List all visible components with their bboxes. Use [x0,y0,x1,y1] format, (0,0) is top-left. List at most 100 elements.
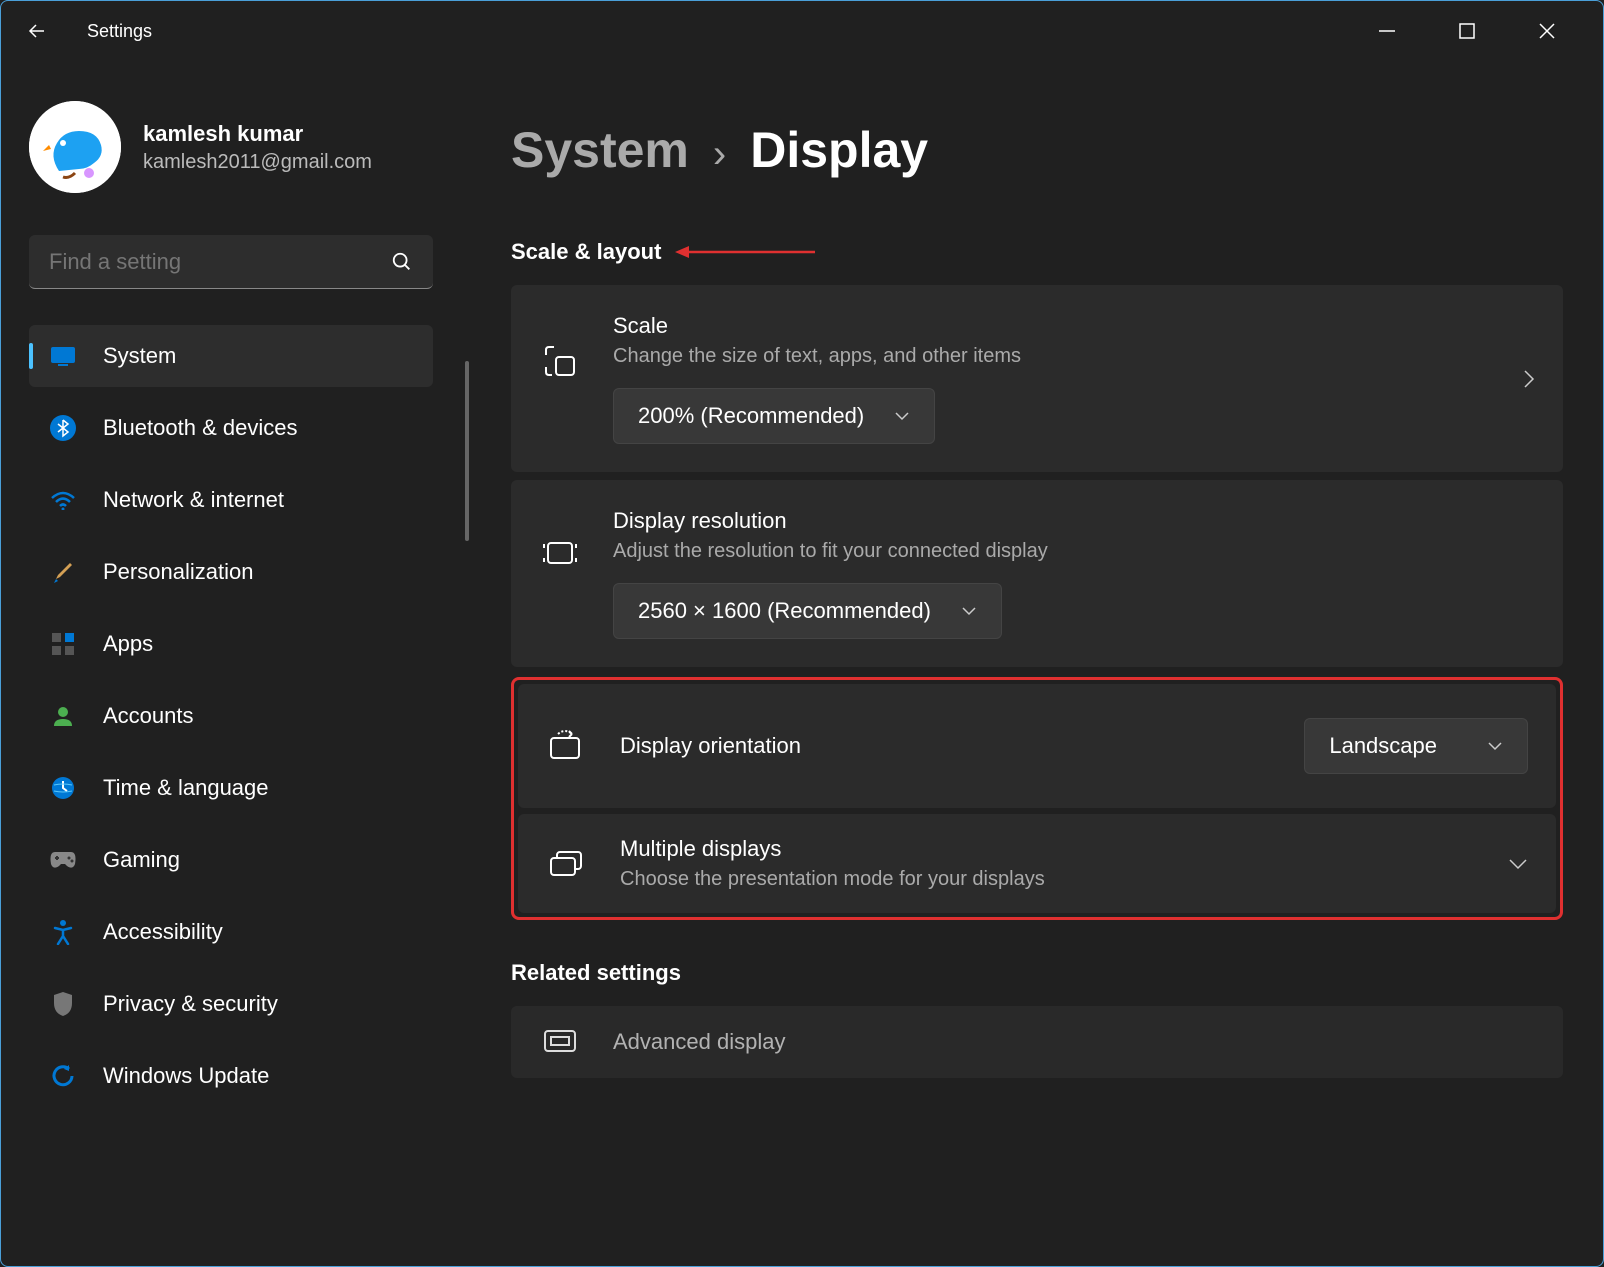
card-resolution[interactable]: Display resolution Adjust the resolution… [511,480,1563,667]
nav-item-personalization[interactable]: Personalization [29,541,433,603]
nav-item-apps[interactable]: Apps [29,613,433,675]
gamepad-icon [49,846,77,874]
accessibility-icon [49,918,77,946]
titlebar: Settings [1,1,1603,61]
content: System › Display Scale & layout Scale Ch… [461,61,1603,1266]
update-icon [49,1062,77,1090]
nav-label: Time & language [103,775,269,801]
card-subtitle: Change the size of text, apps, and other… [613,345,1491,368]
profile-text: kamlesh kumar kamlesh2011@gmail.com [143,121,372,174]
nav-item-time-language[interactable]: Time & language [29,757,433,819]
scale-icon [539,343,581,379]
card-body: Advanced display [613,1029,1535,1055]
section-scale-layout: Scale & layout [511,239,1563,265]
profile-email: kamlesh2011@gmail.com [143,151,372,174]
chevron-right-icon [1523,369,1535,389]
dropdown-value: Landscape [1329,733,1437,759]
chevron-down-icon [894,411,910,421]
orientation-icon [546,730,588,762]
breadcrumb-parent[interactable]: System [511,121,689,179]
section-title-text: Scale & layout [511,239,661,265]
card-subtitle: Choose the presentation mode for your di… [620,868,1476,891]
apps-icon [49,630,77,658]
back-button[interactable] [17,11,57,51]
window-title: Settings [87,21,152,42]
annotation-highlight-box: Display orientation Landscape Multiple d… [511,677,1563,920]
nav: System Bluetooth & devices Network & int… [29,325,433,1107]
person-icon [49,702,77,730]
card-advanced-display[interactable]: Advanced display [511,1006,1563,1078]
display-icon [49,342,77,370]
close-icon [1539,23,1555,39]
card-title: Scale [613,313,1491,339]
profile-name: kamlesh kumar [143,121,372,147]
nav-label: Bluetooth & devices [103,415,297,441]
nav-label: Gaming [103,847,180,873]
section-title-text: Related settings [511,960,681,986]
maximize-icon [1459,23,1475,39]
wifi-icon [49,486,77,514]
nav-label: Accessibility [103,919,223,945]
nav-item-network[interactable]: Network & internet [29,469,433,531]
scale-dropdown[interactable]: 200% (Recommended) [613,388,935,444]
card-body: Display orientation [620,733,1272,759]
avatar [29,101,121,193]
clock-globe-icon [49,774,77,802]
minimize-icon [1379,23,1395,39]
card-title: Multiple displays [620,836,1476,862]
advanced-display-icon [539,1028,581,1056]
arrow-left-icon [25,19,49,43]
dropdown-value: 200% (Recommended) [638,403,864,429]
sidebar: kamlesh kumar kamlesh2011@gmail.com Syst… [1,61,461,1266]
section-related: Related settings [511,960,1563,986]
chevron-down-icon [1487,741,1503,751]
nav-item-privacy[interactable]: Privacy & security [29,973,433,1035]
multiple-displays-icon [546,849,588,879]
close-button[interactable] [1527,11,1567,51]
nav-item-accounts[interactable]: Accounts [29,685,433,747]
annotation-arrow-icon [675,244,815,260]
card-scale[interactable]: Scale Change the size of text, apps, and… [511,285,1563,472]
resolution-dropdown[interactable]: 2560 × 1600 (Recommended) [613,583,1002,639]
card-title: Advanced display [613,1029,1535,1055]
card-body: Display resolution Adjust the resolution… [613,508,1535,639]
maximize-button[interactable] [1447,11,1487,51]
nav-label: Accounts [103,703,194,729]
nav-item-bluetooth[interactable]: Bluetooth & devices [29,397,433,459]
chevron-down-icon [1508,858,1528,870]
card-orientation[interactable]: Display orientation Landscape [518,684,1556,808]
window-controls [1367,11,1587,51]
nav-label: Privacy & security [103,991,278,1017]
nav-label: Apps [103,631,153,657]
card-body: Multiple displays Choose the presentatio… [620,836,1476,891]
nav-label: Network & internet [103,487,284,513]
chevron-right-icon: › [713,132,726,177]
card-title: Display resolution [613,508,1535,534]
card-subtitle: Adjust the resolution to fit your connec… [613,540,1535,563]
search-icon [391,251,413,273]
minimize-button[interactable] [1367,11,1407,51]
search-box[interactable] [29,235,433,289]
card-expand[interactable] [1523,369,1535,389]
card-multiple-displays[interactable]: Multiple displays Choose the presentatio… [518,814,1556,913]
nav-item-accessibility[interactable]: Accessibility [29,901,433,963]
bluetooth-icon [49,414,77,442]
scrollbar[interactable] [465,361,469,541]
profile[interactable]: kamlesh kumar kamlesh2011@gmail.com [29,101,433,193]
page-title: Display [750,121,928,179]
nav-label: Personalization [103,559,253,585]
breadcrumb: System › Display [511,121,1563,179]
search-input[interactable] [49,249,391,275]
nav-item-windows-update[interactable]: Windows Update [29,1045,433,1107]
card-title: Display orientation [620,733,1272,759]
nav-label: Windows Update [103,1063,269,1089]
chevron-down-icon [961,606,977,616]
dropdown-value: 2560 × 1600 (Recommended) [638,598,931,624]
nav-item-system[interactable]: System [29,325,433,387]
resolution-icon [539,538,581,568]
orientation-dropdown[interactable]: Landscape [1304,718,1528,774]
nav-item-gaming[interactable]: Gaming [29,829,433,891]
nav-label: System [103,343,176,369]
card-body: Scale Change the size of text, apps, and… [613,313,1491,444]
card-expand[interactable] [1508,858,1528,870]
